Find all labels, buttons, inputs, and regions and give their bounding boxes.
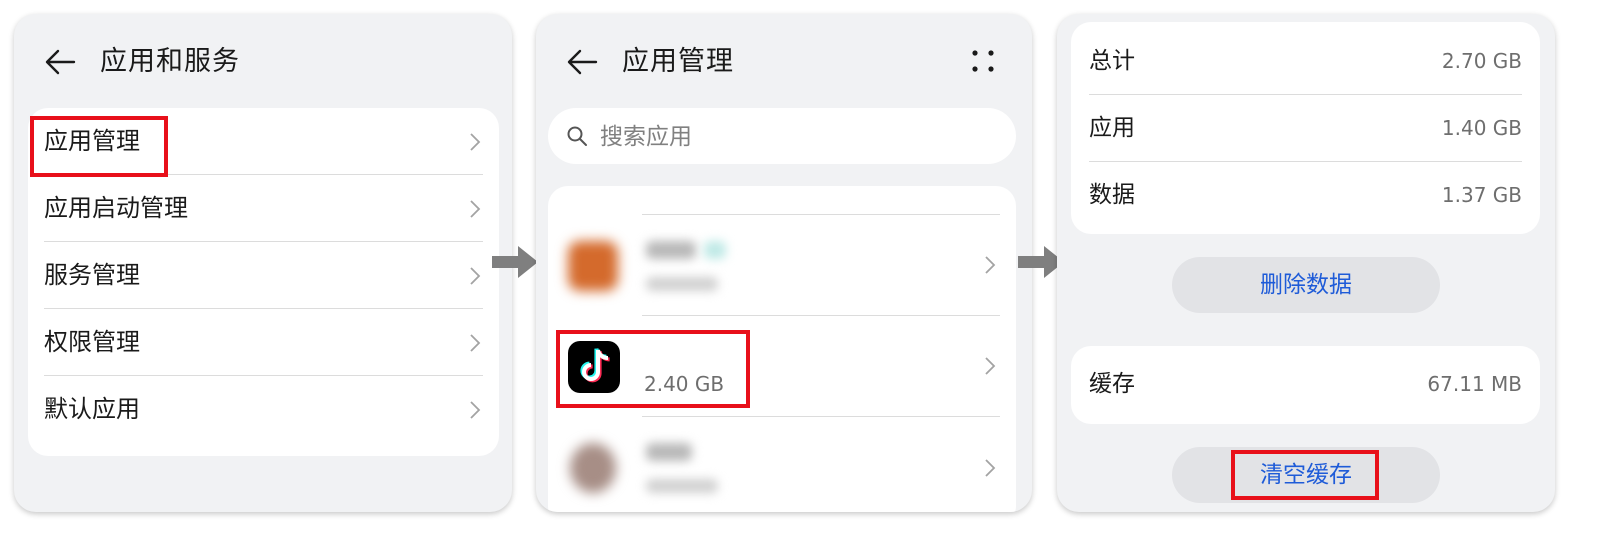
chevron-right-icon — [470, 334, 481, 352]
highlight-box-app-management — [30, 116, 168, 177]
more-options-icon[interactable] — [968, 46, 998, 76]
chevron-right-icon — [985, 256, 996, 274]
list-item-permission-management[interactable]: 权限管理 — [28, 309, 499, 376]
chevron-right-icon — [985, 357, 996, 375]
header: 应用和服务 — [14, 42, 512, 82]
back-arrow-icon[interactable] — [566, 47, 598, 77]
blurred-app-size — [646, 479, 718, 493]
cache-value: 67.11 MB — [1427, 372, 1522, 396]
delete-data-button[interactable]: 删除数据 — [1172, 257, 1440, 313]
page-title: 应用和服务 — [100, 46, 240, 77]
chevron-right-icon — [985, 459, 996, 477]
app-list-item-blurred[interactable] — [548, 215, 1016, 315]
stat-value: 1.37 GB — [1441, 183, 1522, 207]
stat-label: 数据 — [1089, 182, 1135, 208]
storage-total-row: 总计 2.70 GB — [1071, 28, 1540, 95]
storage-summary-card: 总计 2.70 GB 应用 1.40 GB 数据 1.37 GB — [1071, 22, 1540, 234]
blurred-app-size — [646, 277, 718, 291]
app-list-item-blurred[interactable] — [548, 417, 1016, 512]
highlight-box-tiktok — [556, 330, 750, 408]
list-item-label: 权限管理 — [44, 328, 140, 356]
app-management-panel: 应用管理 搜索应用 2.40 GB — [536, 14, 1032, 512]
highlight-box-clear-cache — [1231, 450, 1379, 500]
list-item-label: 服务管理 — [44, 261, 140, 289]
cache-card: 缓存 67.11 MB — [1071, 346, 1540, 424]
header: 应用管理 — [536, 42, 1032, 82]
list-item-app-launch-management[interactable]: 应用启动管理 — [28, 175, 499, 242]
blurred-badge — [704, 241, 726, 259]
storage-panel: 总计 2.70 GB 应用 1.40 GB 数据 1.37 GB 删除数据 缓存… — [1057, 14, 1555, 512]
cache-label: 缓存 — [1089, 371, 1135, 397]
page-title: 应用管理 — [622, 46, 734, 77]
chevron-right-icon — [470, 267, 481, 285]
stat-label: 总计 — [1089, 48, 1135, 74]
stat-value: 1.40 GB — [1441, 116, 1522, 140]
cache-row: 缓存 67.11 MB — [1071, 351, 1540, 418]
app-icon-blurred — [570, 443, 616, 493]
search-input[interactable] — [598, 116, 992, 158]
flow-arrow-icon — [492, 246, 538, 278]
chevron-right-icon — [470, 401, 481, 419]
stat-label: 应用 — [1089, 115, 1135, 141]
stat-value: 2.70 GB — [1441, 49, 1522, 73]
back-arrow-icon[interactable] — [44, 47, 76, 77]
blurred-app-name — [646, 443, 692, 461]
storage-app-row: 应用 1.40 GB — [1071, 95, 1540, 162]
blurred-app-name — [646, 241, 696, 259]
chevron-right-icon — [470, 200, 481, 218]
app-list: 2.40 GB — [548, 186, 1016, 512]
app-icon-blurred — [568, 241, 618, 291]
apps-and-services-panel: 应用和服务 应用管理 应用启动管理 服务管理 权限管理 默认应用 — [14, 14, 512, 512]
list-item-label: 应用启动管理 — [44, 194, 188, 222]
list-item-service-management[interactable]: 服务管理 — [28, 242, 499, 309]
settings-list: 应用管理 应用启动管理 服务管理 权限管理 默认应用 — [28, 108, 499, 456]
search-icon — [567, 126, 587, 146]
storage-data-row: 数据 1.37 GB — [1071, 162, 1540, 229]
chevron-right-icon — [470, 133, 481, 151]
list-item-label: 默认应用 — [44, 395, 140, 423]
list-item-default-apps[interactable]: 默认应用 — [28, 376, 499, 443]
search-bar[interactable] — [548, 108, 1016, 164]
